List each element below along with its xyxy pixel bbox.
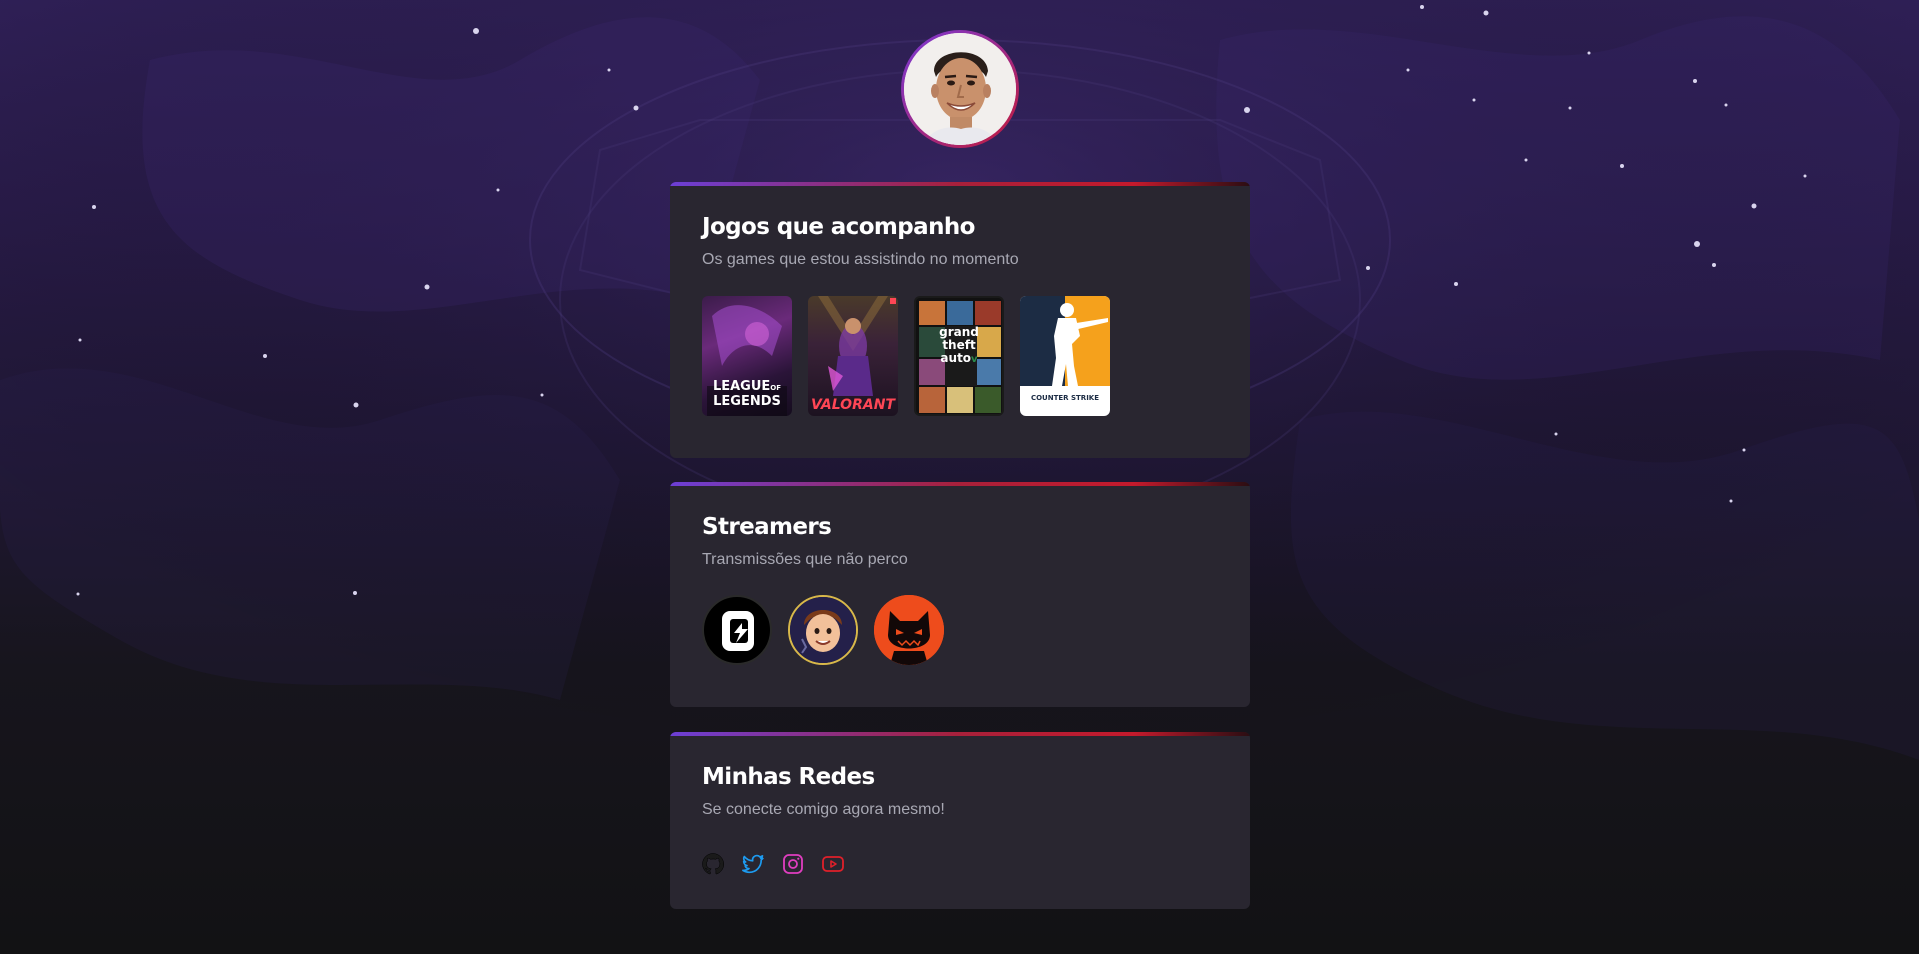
streamers-card-subtitle: Transmissões que não perco xyxy=(702,551,908,568)
game-gta-line4: V xyxy=(971,354,978,365)
profile-avatar xyxy=(901,30,1019,148)
game-gta-line3: auto xyxy=(940,351,972,365)
streamers-card: Streamers Transmissões que não perco xyxy=(670,482,1250,707)
game-cs-line2: STRIKE xyxy=(1070,394,1100,402)
social-card-subtitle: Se conecte comigo agora mesmo! xyxy=(702,801,945,818)
streamer-logo-c-icon[interactable] xyxy=(702,595,772,665)
instagram-icon[interactable] xyxy=(780,851,806,877)
social-card-title: Minhas Redes xyxy=(702,764,875,790)
streamers-card-title: Streamers xyxy=(702,514,832,540)
youtube-icon[interactable] xyxy=(820,851,846,877)
streamer-cat-mask-icon[interactable] xyxy=(874,595,944,665)
game-league-line2: LEGENDS xyxy=(713,394,781,409)
game-league-of: OF xyxy=(770,384,782,392)
games-card-subtitle: Os games que estou assistindo no momento xyxy=(702,251,1019,268)
streamer-cartoon-avatar-icon[interactable] xyxy=(788,595,858,665)
game-cs-line1: COUNTER xyxy=(1030,394,1069,402)
twitter-icon[interactable] xyxy=(740,851,766,877)
game-league-of-legends[interactable]: LEAGUEOF LEGENDS xyxy=(702,296,792,416)
game-counter-strike[interactable]: COUNTER STRIKE xyxy=(1020,296,1110,416)
games-card: Jogos que acompanho Os games que estou a… xyxy=(670,182,1250,458)
github-icon[interactable] xyxy=(700,851,726,877)
game-valorant[interactable]: VALORANT xyxy=(808,296,898,416)
game-gta-line1: grand xyxy=(939,325,979,339)
game-gta-v[interactable]: grand theft autoV xyxy=(914,296,1004,416)
game-league-line1: LEAGUE xyxy=(712,379,771,394)
games-card-title: Jogos que acompanho xyxy=(702,214,975,240)
game-gta-line2: theft xyxy=(942,338,976,352)
profile-photo-icon xyxy=(904,33,1016,145)
social-card: Minhas Redes Se conecte comigo agora mes… xyxy=(670,732,1250,909)
game-valorant-label: VALORANT xyxy=(811,397,895,413)
